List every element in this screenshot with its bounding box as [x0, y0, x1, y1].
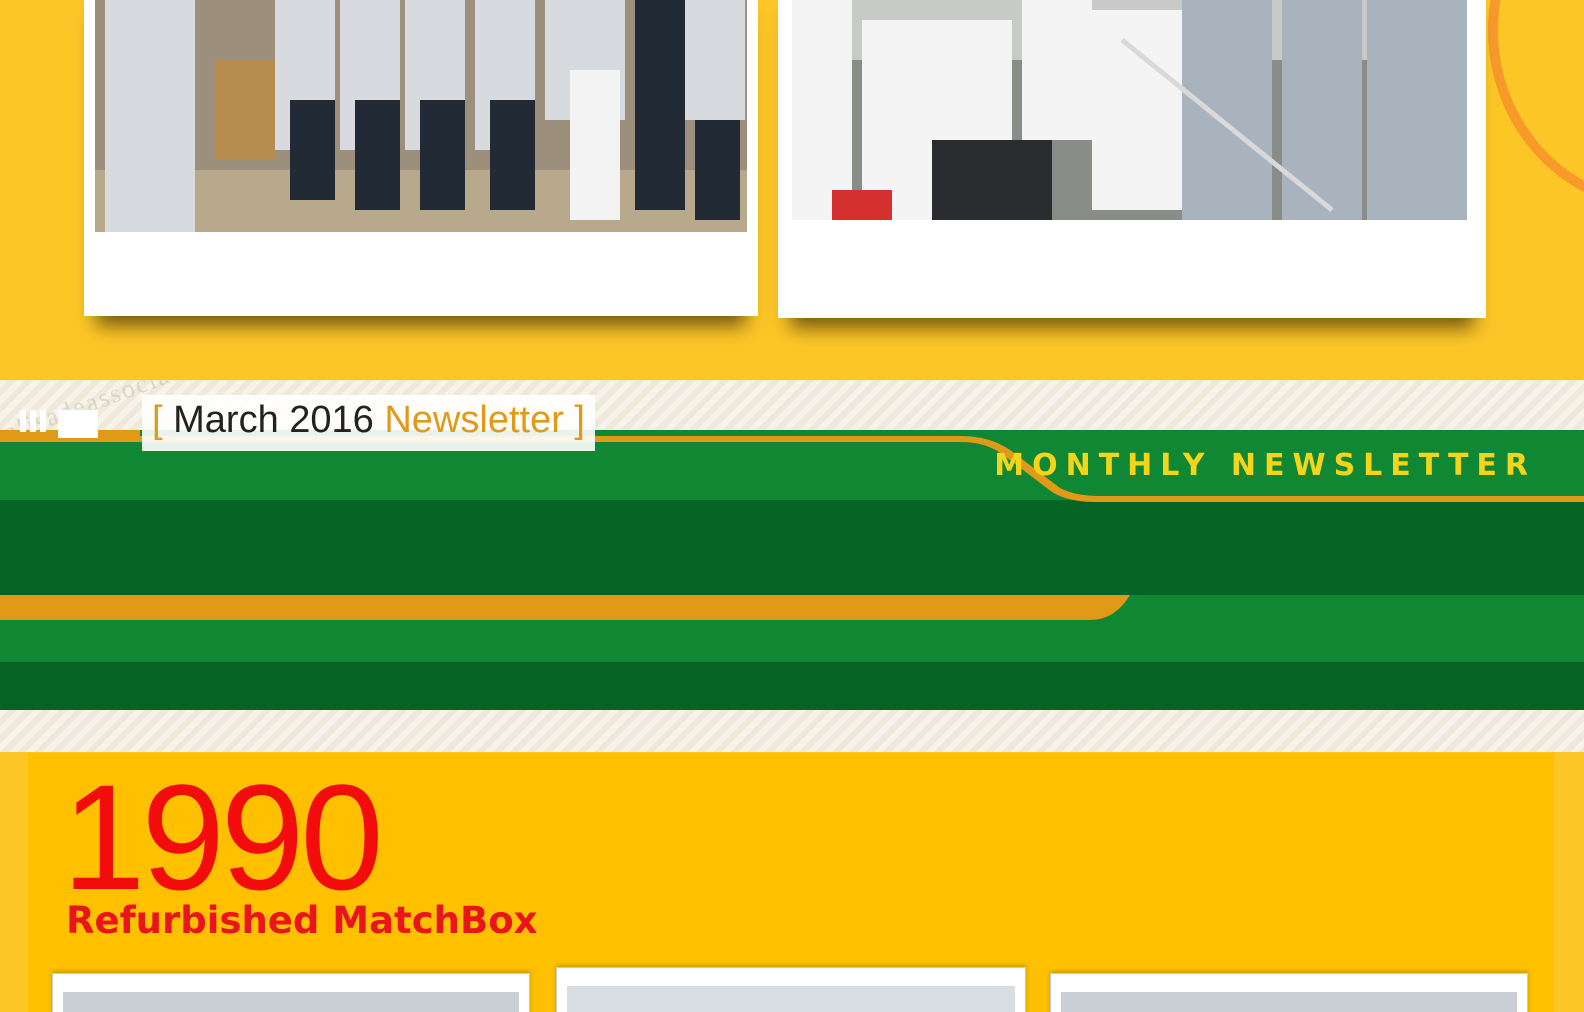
monthly-newsletter-label: MONTHLY NEWSLETTER: [994, 448, 1536, 483]
issue-word: Newsletter: [384, 399, 564, 441]
issue-date: March 2016: [173, 399, 374, 441]
polaroid-photo-right: [778, 0, 1486, 318]
pattern-strip-bottom: [0, 710, 1584, 752]
group-photo-left: [95, 0, 747, 232]
header-mini-marks: [20, 410, 98, 438]
top-photo-section: [0, 0, 1584, 380]
feature-card: 1990 Refurbished MatchBox: [28, 753, 1554, 1012]
decorative-arc: [1488, 0, 1584, 210]
ceremony-photo-right: [792, 0, 1467, 220]
feature-photo-1: [52, 973, 530, 1012]
polaroid-photo-left: [84, 0, 758, 316]
feature-title: Refurbished MatchBox: [66, 899, 538, 942]
mark-bar-3: [40, 410, 46, 432]
mark-bar-1: [20, 410, 26, 432]
issue-title-tab: [ March 2016 Newsletter ]: [142, 395, 595, 451]
feature-photo-2-image: [567, 986, 1015, 1012]
feature-year: 1990: [62, 753, 384, 921]
feature-photo-3-image: [1061, 992, 1517, 1012]
feature-photo-1-image: [63, 992, 519, 1012]
feature-photo-3: [1050, 973, 1528, 1012]
mark-box: [58, 410, 98, 438]
mark-bar-2: [30, 410, 36, 432]
bracket-open: [: [152, 399, 163, 441]
feature-photo-2: [556, 967, 1026, 1012]
bracket-close: ]: [574, 399, 585, 441]
